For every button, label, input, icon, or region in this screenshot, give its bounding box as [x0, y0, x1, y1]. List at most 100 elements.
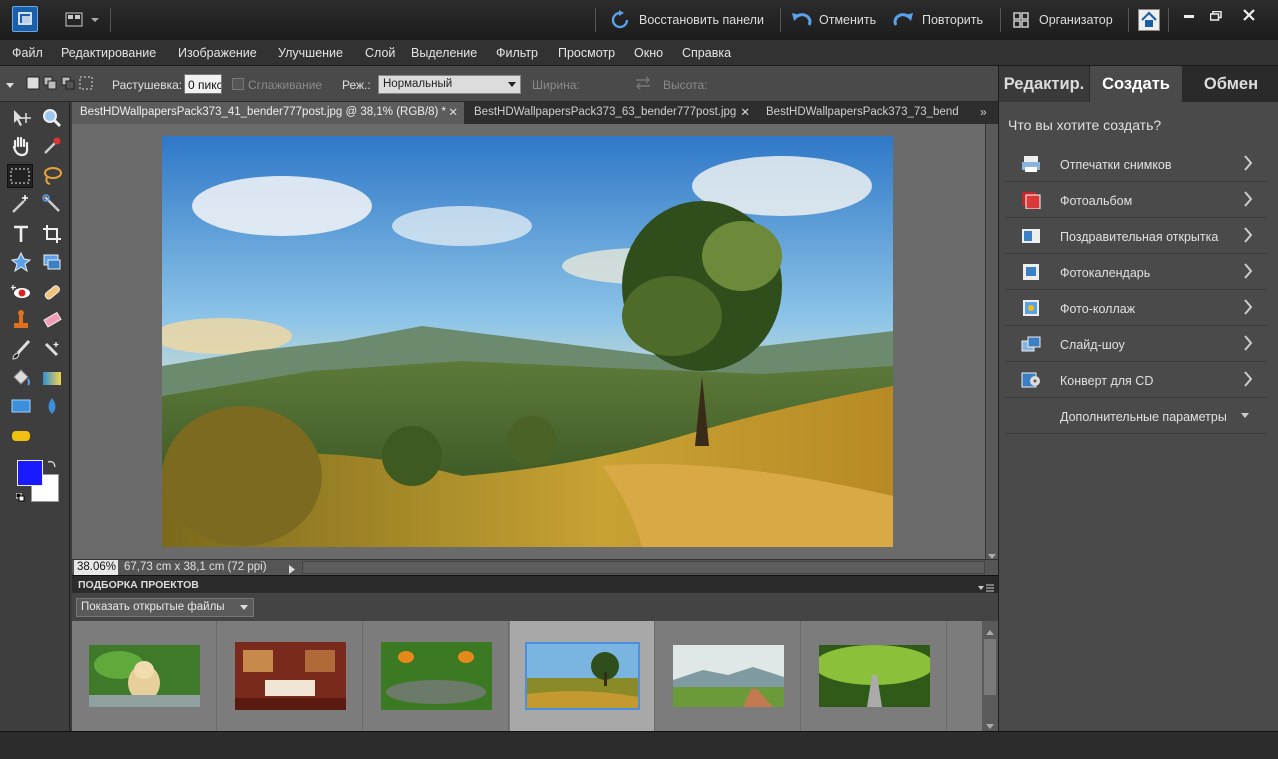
document-image[interactable] — [162, 136, 893, 547]
zoom-level: 38.06% — [77, 561, 117, 573]
straighten-tool-icon[interactable] — [39, 250, 65, 274]
maximize-icon[interactable] — [1209, 10, 1222, 21]
redo-button[interactable]: Повторить — [893, 10, 983, 30]
tab-share-label: Обмен — [1203, 75, 1259, 93]
hand-tool-icon[interactable] — [8, 134, 34, 158]
menu-help[interactable]: Справка — [682, 46, 731, 60]
tool-preset-dropdown[interactable] — [6, 78, 14, 88]
document-tab[interactable]: BestHDWallpapersPack373_63_bender777post… — [466, 102, 756, 124]
thumbnail-selected[interactable] — [510, 621, 655, 731]
magic-wand-tool-icon[interactable] — [8, 192, 34, 216]
width-label: Ширина: — [532, 78, 580, 92]
feather-input[interactable]: 0 пикс — [184, 74, 222, 94]
cookie-cutter-tool-icon[interactable] — [8, 250, 34, 274]
restore-panels-button[interactable]: Восстановить панели — [610, 10, 764, 30]
sponge-tool-icon[interactable] — [8, 424, 34, 448]
smart-brush-tool-icon[interactable] — [39, 338, 65, 362]
create-item-photo-prints[interactable]: Отпечатки снимков — [1005, 146, 1267, 182]
chevron-right-icon — [1244, 299, 1253, 315]
paint-bucket-tool-icon[interactable] — [8, 366, 34, 390]
tabs-overflow-icon[interactable]: » — [980, 105, 987, 119]
show-files-dropdown[interactable]: Показать открытые файлы — [76, 598, 254, 617]
thumbnail[interactable] — [72, 621, 217, 731]
canvas-vertical-scrollbar[interactable] — [985, 124, 998, 559]
brush-tool-icon[interactable] — [8, 338, 34, 362]
close-icon[interactable] — [1242, 8, 1256, 22]
quick-selection-tool-icon[interactable] — [39, 192, 65, 216]
foreground-color-swatch[interactable] — [17, 460, 43, 486]
project-bin-header: ПОДБОРКА ПРОЕКТОВ — [72, 575, 998, 593]
create-item-label: Конверт для CD — [1060, 374, 1154, 388]
menu-enhance[interactable]: Улучшение — [278, 46, 343, 60]
default-colors-icon[interactable] — [15, 491, 25, 502]
thumbnail-hotel-room — [234, 642, 346, 710]
menu-layer[interactable]: Слой — [365, 46, 395, 60]
create-item-greeting-card[interactable]: Поздравительная открытка — [1005, 218, 1267, 254]
organizer-button[interactable]: Организатор — [1013, 10, 1113, 30]
create-more-options[interactable]: Дополнительные параметры — [1005, 398, 1267, 434]
zoom-level-field[interactable]: 38.06% — [74, 560, 118, 575]
cd-jacket-icon — [1021, 372, 1040, 388]
menu-view[interactable]: Просмотр — [558, 46, 615, 60]
bin-menu-icon[interactable] — [978, 581, 994, 592]
slideshow-icon — [1021, 336, 1041, 352]
undo-button[interactable]: Отменить — [790, 10, 876, 30]
menu-edit[interactable]: Редактирование — [61, 46, 156, 60]
create-item-photo-collage[interactable]: Фото-коллаж — [1005, 290, 1267, 326]
photobook-icon — [1022, 192, 1041, 209]
menu-image[interactable]: Изображение — [178, 46, 257, 60]
document-tab-active[interactable]: BestHDWallpapersPack373_41_bender777post… — [72, 102, 464, 124]
status-menu-icon[interactable] — [288, 563, 296, 574]
tab-2-label: BestHDWallpapersPack373_63_bender777post… — [474, 106, 737, 118]
canvas-horizontal-scrollbar[interactable] — [302, 561, 985, 574]
thumbnail[interactable] — [218, 621, 363, 731]
healing-brush-tool-icon[interactable] — [39, 280, 65, 304]
blur-tool-icon[interactable] — [39, 394, 65, 418]
project-bin-scrollbar[interactable] — [982, 621, 998, 731]
create-item-photo-calendar[interactable]: Фотокалендарь — [1005, 254, 1267, 290]
eyedropper-tool-icon[interactable] — [39, 134, 65, 158]
red-eye-tool-icon[interactable] — [8, 280, 34, 304]
antialias-checkbox[interactable] — [232, 78, 244, 90]
menu-window[interactable]: Окно — [634, 46, 663, 60]
create-item-label: Отпечатки снимков — [1060, 158, 1172, 172]
eraser-tool-icon[interactable] — [39, 308, 65, 332]
thumbnail[interactable] — [656, 621, 801, 731]
thumbnail-puppy — [88, 645, 200, 707]
lasso-tool-icon[interactable] — [39, 164, 65, 188]
redo-label: Повторить — [922, 13, 984, 27]
clone-stamp-tool-icon[interactable] — [8, 308, 34, 332]
menu-select[interactable]: Выделение — [411, 46, 477, 60]
swap-colors-icon[interactable] — [47, 458, 57, 468]
selection-mode-icons[interactable] — [26, 75, 94, 93]
tab-create[interactable]: Создать — [1090, 66, 1182, 102]
minimize-icon[interactable] — [1184, 15, 1194, 18]
create-item-cd-jacket[interactable]: Конверт для CD — [1005, 362, 1267, 398]
thumbnail[interactable] — [802, 621, 947, 731]
feather-label: Растушевка: — [112, 78, 183, 92]
create-item-photo-book[interactable]: Фотоальбом — [1005, 182, 1267, 218]
menu-filter[interactable]: Фильтр — [496, 46, 538, 60]
close-tab-icon[interactable]: ✕ — [740, 105, 750, 119]
tab-share[interactable]: Обмен — [1183, 66, 1278, 102]
crop-tool-icon[interactable] — [39, 222, 65, 246]
zoom-tool-icon[interactable] — [39, 106, 65, 130]
feather-value: 0 пикс — [188, 78, 222, 92]
create-item-slideshow[interactable]: Слайд-шоу — [1005, 326, 1267, 362]
move-tool-icon[interactable] — [8, 106, 34, 130]
menu-file[interactable]: Файл — [12, 46, 43, 60]
tab-edit[interactable]: Редактир. — [999, 66, 1089, 102]
marquee-tool-icon[interactable] — [7, 164, 33, 188]
close-tab-icon[interactable]: ✕ — [448, 105, 458, 119]
home-icon[interactable] — [1138, 9, 1160, 31]
swap-dimensions-icon[interactable] — [634, 74, 652, 92]
gradient-tool-icon[interactable] — [39, 366, 65, 390]
thumbnail-landscape-tree — [524, 642, 640, 710]
thumbnail[interactable] — [364, 621, 509, 731]
mode-select[interactable]: Нормальный — [378, 75, 521, 94]
document-tab[interactable]: BestHDWallpapersPack373_73_bender — [758, 102, 958, 124]
create-item-label: Фотокалендарь — [1060, 266, 1151, 280]
type-tool-icon[interactable] — [8, 222, 34, 246]
layout-icon[interactable] — [65, 12, 101, 28]
shape-tool-icon[interactable] — [8, 394, 34, 418]
